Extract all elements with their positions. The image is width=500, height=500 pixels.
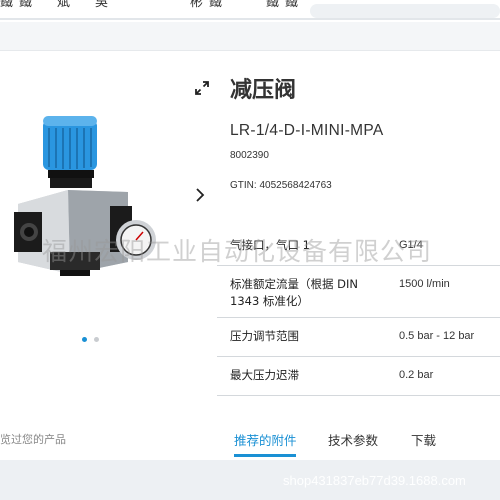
spec-label: 最大压力迟滞 [230,368,299,382]
top-nav-strip: 鐵鐵 斌 吳 彬鐵 鐵鐵 [0,0,500,22]
spec-label: 气接口，气口 1 [230,238,310,252]
spec-label: 标准额定流量（根据 DIN 1343 标准化） [230,277,359,308]
part-number: 8002390 [230,150,269,161]
spec-row: 标准额定流量（根据 DIN 1343 标准化） 1500 l/min [217,266,500,318]
bottom-band [0,460,500,500]
top-nav-text: 鐵鐵 斌 吳 彬鐵 鐵鐵 [0,0,305,10]
header-band [0,22,500,51]
product-model: LR-1/4-D-I-MINI-MPA [230,122,384,139]
carousel-dot-1[interactable] [82,337,87,342]
carousel-next-button[interactable] [192,186,208,206]
carousel-dot-2[interactable] [94,337,99,342]
product-title: 减压阀 [230,78,297,103]
spec-value: 0.2 bar [399,369,434,381]
search-bar[interactable] [310,4,500,18]
top-divider [0,18,500,20]
spec-row: 最大压力迟滞 0.2 bar [217,357,500,396]
spec-label: 压力调节范围 [230,329,299,343]
expand-arrows-icon[interactable] [194,80,210,96]
active-tab-underline [234,454,296,457]
spec-value: G1/4 [399,239,423,251]
product-image-pressure-regulator [14,116,156,276]
spec-row: 压力调节范围 0.5 bar - 12 bar [217,318,500,357]
tab-technical-data[interactable]: 技术参数 [328,430,378,449]
spec-table: 气接口，气口 1 G1/4 标准额定流量（根据 DIN 1343 标准化） 15… [217,228,500,396]
chevron-right-icon [196,188,205,202]
tab-downloads[interactable]: 下载 [411,430,436,449]
tab-recommended-accessories[interactable]: 推荐的附件 [234,430,297,449]
recently-viewed-label: 览过您的产品 [0,433,66,446]
spec-value: 0.5 bar - 12 bar [399,330,475,342]
spec-value: 1500 l/min [399,278,450,290]
gtin-number: GTIN: 4052568424763 [230,180,332,191]
spec-row: 气接口，气口 1 G1/4 [217,228,500,266]
